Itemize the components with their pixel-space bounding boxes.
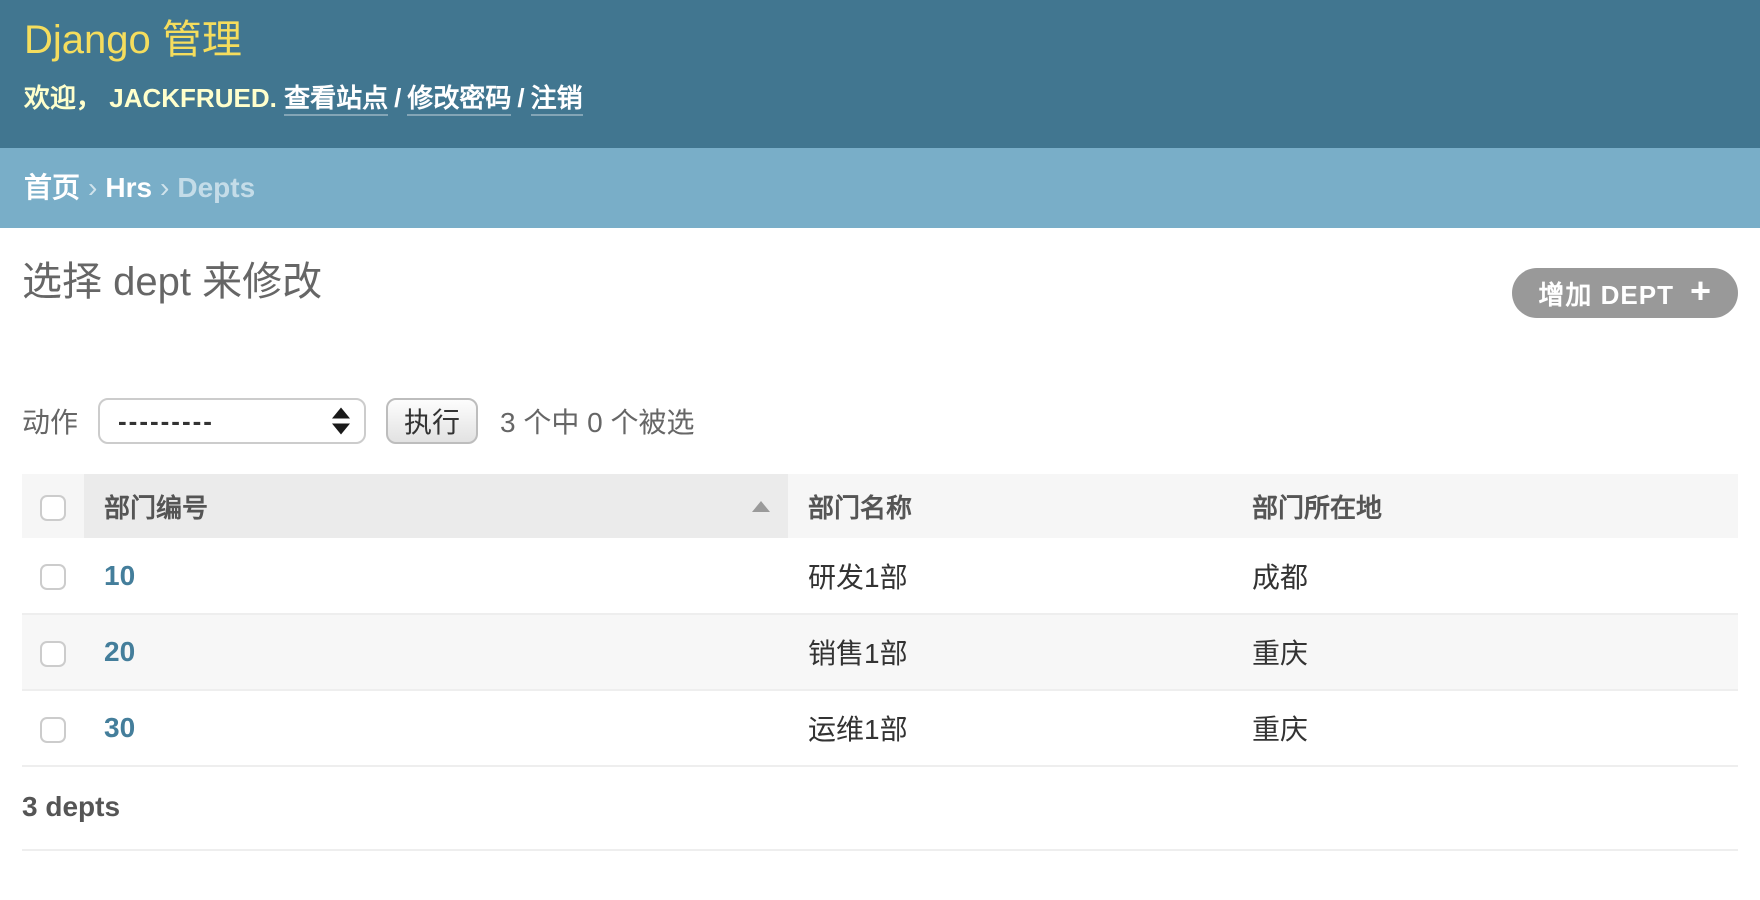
dept-location-cell: 重庆: [1232, 614, 1738, 690]
breadcrumb: 首页›Hrs›Depts: [0, 148, 1760, 228]
user-tools-separator: /: [511, 83, 530, 113]
select-spinner-icon: [332, 408, 350, 435]
column-header-dept-no[interactable]: 部门编号: [84, 474, 788, 538]
add-dept-button-label: 增加 DEPT: [1538, 275, 1674, 312]
result-table: 部门编号 部门名称 部门所在地 10 研发1部 成都 20 销售1部 重庆: [22, 474, 1738, 767]
table-row: 20 销售1部 重庆: [22, 614, 1738, 690]
go-button[interactable]: 执行: [386, 398, 478, 444]
breadcrumb-home-link[interactable]: 首页: [24, 172, 80, 203]
row-checkbox[interactable]: [40, 717, 66, 743]
dept-location-cell: 成都: [1232, 538, 1738, 614]
user-tools-separator: /: [388, 83, 407, 113]
column-header-dept-name[interactable]: 部门名称: [788, 474, 1232, 538]
select-all-header: [22, 474, 84, 538]
dept-name-cell: 研发1部: [788, 538, 1232, 614]
site-header: Django 管理 欢迎， JACKFRUED. 查看站点/修改密码/注销: [0, 0, 1760, 148]
logout-link[interactable]: 注销: [531, 83, 583, 116]
user-tools: 欢迎， JACKFRUED. 查看站点/修改密码/注销: [24, 78, 1720, 115]
action-select-value: ---------: [118, 406, 214, 437]
dept-location-cell: 重庆: [1232, 690, 1738, 766]
dept-name-cell: 运维1部: [788, 690, 1232, 766]
view-site-link[interactable]: 查看站点: [284, 83, 388, 116]
sort-ascending-icon: [752, 501, 770, 512]
page-title: 选择 dept 来修改: [22, 254, 1738, 310]
breadcrumb-separator: ›: [80, 172, 105, 203]
dept-no-link[interactable]: 20: [104, 636, 135, 667]
actions-bar: 动作 --------- 执行 3 个中 0 个被选: [22, 398, 1738, 444]
table-row: 30 运维1部 重庆: [22, 690, 1738, 766]
change-password-link[interactable]: 修改密码: [407, 83, 511, 116]
content: 选择 dept 来修改 增加 DEPT + 动作 --------- 执行 3 …: [0, 254, 1760, 851]
selection-counter: 3 个中 0 个被选: [500, 401, 694, 441]
welcome-text: 欢迎，: [24, 83, 102, 113]
site-title-link[interactable]: Django 管理: [24, 14, 242, 66]
table-header-row: 部门编号 部门名称 部门所在地: [22, 474, 1738, 538]
row-checkbox[interactable]: [40, 641, 66, 667]
paginator-count: 3 depts: [22, 767, 1738, 849]
row-checkbox[interactable]: [40, 564, 66, 590]
select-all-checkbox[interactable]: [40, 495, 66, 521]
dept-name-cell: 销售1部: [788, 614, 1232, 690]
action-select[interactable]: ---------: [98, 398, 366, 444]
dept-no-link[interactable]: 30: [104, 712, 135, 743]
add-dept-button[interactable]: 增加 DEPT +: [1512, 268, 1738, 318]
plus-icon: +: [1690, 273, 1712, 309]
username: JACKFRUED.: [109, 83, 277, 113]
breadcrumb-app-link[interactable]: Hrs: [105, 172, 152, 203]
bottom-divider: [22, 849, 1738, 851]
column-header-dept-location[interactable]: 部门所在地: [1232, 474, 1738, 538]
actions-label: 动作: [22, 401, 78, 441]
table-row: 10 研发1部 成都: [22, 538, 1738, 614]
breadcrumb-current: Depts: [177, 172, 255, 203]
breadcrumb-separator: ›: [152, 172, 177, 203]
title-row: 选择 dept 来修改 增加 DEPT +: [22, 254, 1738, 310]
dept-no-link[interactable]: 10: [104, 560, 135, 591]
